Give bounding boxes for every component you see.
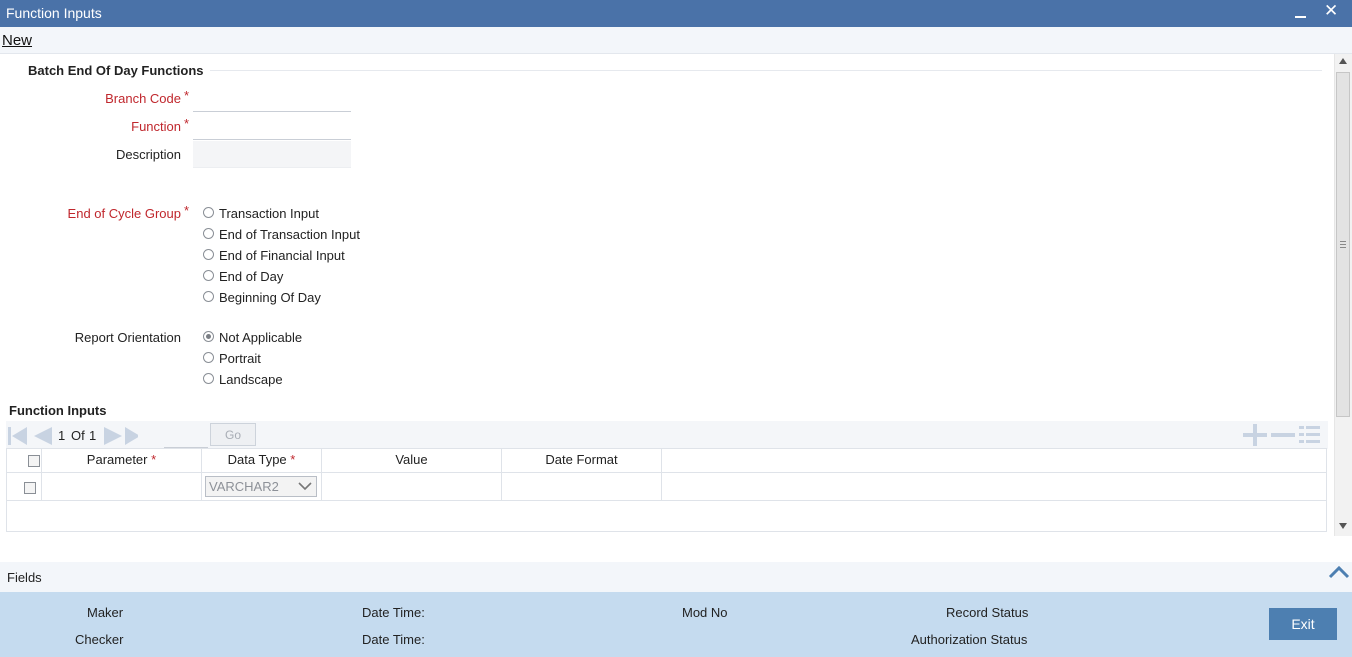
radio-label: Transaction Input: [219, 206, 319, 221]
page-number-input[interactable]: [164, 425, 208, 448]
function-inputs-table: Parameter * Data Type * Value Date Forma…: [6, 448, 1327, 532]
row-checkbox[interactable]: [24, 482, 36, 494]
data-type-value: VARCHAR2: [209, 479, 279, 494]
next-page-icon[interactable]: [104, 427, 122, 445]
view-rows-icon[interactable]: [1299, 426, 1320, 443]
report-orientation-label: Report Orientation: [74, 330, 181, 345]
column-label: Parameter: [86, 452, 148, 467]
data-type-select[interactable]: VARCHAR2: [205, 476, 317, 497]
record-status-label: Record Status: [946, 605, 1029, 620]
row-select-cell: [7, 472, 42, 501]
radio-button[interactable]: [203, 207, 214, 218]
radio-label: Beginning Of Day: [219, 290, 321, 305]
table-row-date-format-cell[interactable]: [502, 472, 662, 501]
maker-label: Maker: [87, 605, 124, 620]
prev-page-icon[interactable]: [34, 427, 52, 445]
function-label: Function: [131, 119, 181, 134]
parameter-input[interactable]: [46, 474, 200, 500]
column-header-value: Value: [322, 449, 502, 472]
grip-icon: [1340, 241, 1346, 248]
menu-bar: New: [0, 27, 1352, 54]
select-all-checkbox[interactable]: [28, 455, 40, 467]
section-title: Batch End Of Day Functions: [28, 63, 204, 78]
table-row-parameter-cell[interactable]: [42, 472, 202, 501]
grid-title: Function Inputs: [9, 403, 107, 418]
column-header-parameter: Parameter *: [42, 449, 202, 472]
table-row-filler: [662, 472, 1326, 501]
section-divider: [210, 70, 1322, 71]
last-page-icon[interactable]: [125, 427, 138, 445]
radio-button[interactable]: [203, 373, 214, 384]
required-marker: *: [184, 116, 190, 131]
radio-label: End of Financial Input: [219, 248, 345, 263]
go-button[interactable]: Go: [210, 423, 256, 446]
fields-label[interactable]: Fields: [7, 570, 42, 585]
column-header-data-type: Data Type *: [202, 449, 322, 472]
table-row-data-type-cell: VARCHAR2: [202, 472, 322, 501]
date-format-input[interactable]: [506, 474, 660, 500]
scrollbar-thumb[interactable]: [1336, 72, 1350, 417]
maker-date-time-label: Date Time:: [362, 605, 425, 620]
mod-no-label: Mod No: [682, 605, 728, 620]
window-title-bar: Function Inputs ✕: [0, 0, 1352, 27]
fields-bar: Fields: [0, 562, 1352, 592]
column-header-date-format: Date Format: [502, 449, 662, 472]
chevron-up-icon[interactable]: [1328, 565, 1350, 579]
exit-button[interactable]: Exit: [1269, 608, 1337, 640]
new-link[interactable]: New: [2, 32, 32, 49]
required-marker: *: [290, 452, 296, 467]
required-marker: *: [184, 88, 190, 103]
audit-footer: Maker Checker Date Time: Date Time: Mod …: [0, 592, 1352, 657]
grid-toolbar: 1 Of 1 Go: [6, 421, 1328, 449]
radio-button[interactable]: [203, 228, 214, 239]
column-label: Value: [395, 452, 428, 467]
radio-button[interactable]: [203, 270, 214, 281]
column-label: Data Type: [227, 452, 287, 467]
pager-of-label: Of: [71, 428, 85, 443]
required-marker: *: [184, 203, 190, 218]
vertical-scrollbar[interactable]: [1334, 54, 1352, 536]
radio-label: Not Applicable: [219, 330, 303, 345]
branch-code-label: Branch Code: [105, 91, 181, 106]
column-label: Date Format: [545, 452, 618, 467]
radio-label: Landscape: [219, 372, 283, 387]
scroll-up-icon[interactable]: [1339, 58, 1347, 64]
radio-button[interactable]: [203, 249, 214, 260]
description-field: [193, 141, 351, 168]
table-row-value-cell[interactable]: [322, 472, 502, 501]
grid-action-icons: [1243, 424, 1320, 446]
first-page-icon[interactable]: [8, 427, 27, 445]
radio-button[interactable]: [203, 352, 214, 363]
window-title: Function Inputs: [6, 5, 102, 21]
branch-code-input[interactable]: [193, 85, 351, 112]
authorization-status-label: Authorization Status: [911, 632, 1028, 647]
close-icon[interactable]: ✕: [1324, 1, 1338, 21]
radio-label: End of Day: [219, 269, 284, 284]
checker-date-time-label: Date Time:: [362, 632, 425, 647]
chevron-down-icon: [298, 482, 312, 491]
radio-button-selected[interactable]: [203, 331, 214, 342]
checker-label: Checker: [75, 632, 124, 647]
required-marker: *: [151, 452, 157, 467]
radio-label: Portrait: [219, 351, 261, 366]
radio-button[interactable]: [203, 291, 214, 302]
pager-total: 1: [89, 428, 97, 443]
add-row-icon[interactable]: [1243, 424, 1267, 446]
description-label: Description: [115, 147, 181, 162]
scroll-down-icon[interactable]: [1339, 523, 1347, 529]
function-input[interactable]: [193, 113, 351, 140]
minimize-icon[interactable]: [1295, 5, 1307, 21]
delete-row-icon[interactable]: [1271, 433, 1295, 437]
value-input[interactable]: [326, 474, 500, 500]
end-of-cycle-group-label: End of Cycle Group: [67, 206, 181, 221]
radio-label: End of Transaction Input: [219, 227, 360, 242]
select-all-header: [7, 449, 42, 472]
pager-current: 1: [58, 428, 66, 443]
